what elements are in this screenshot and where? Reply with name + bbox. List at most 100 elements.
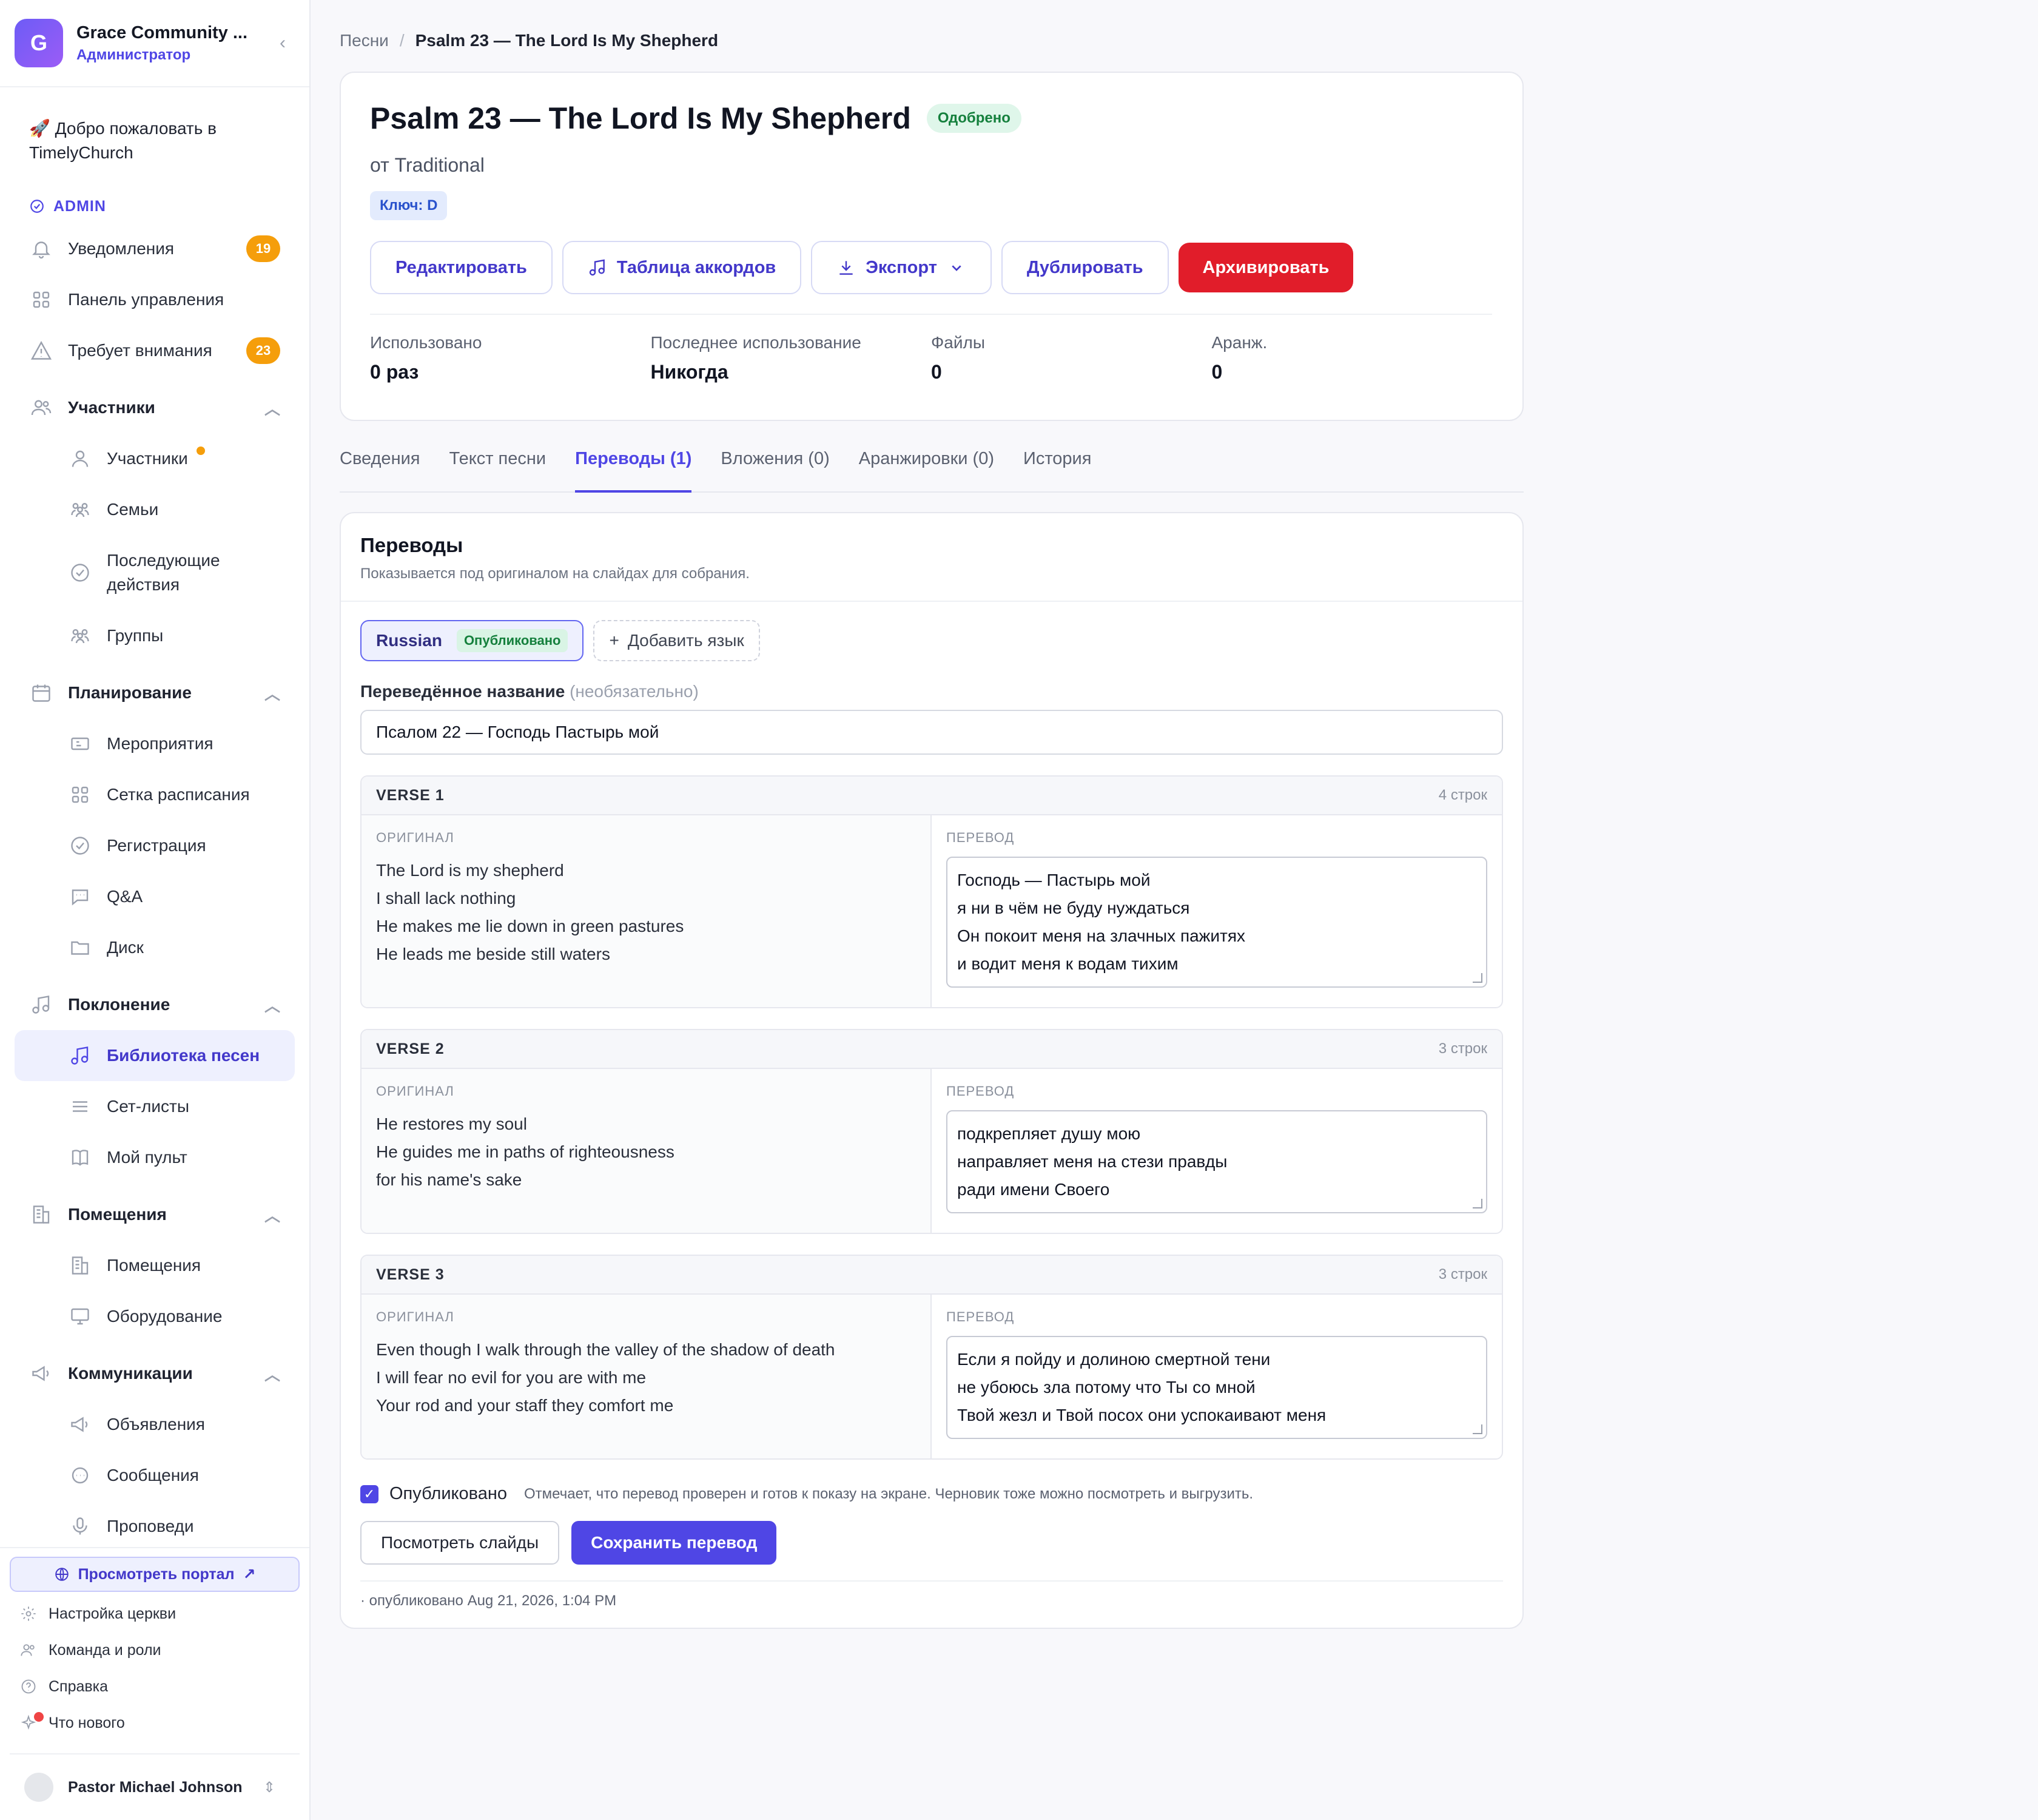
chevron-up-icon: ︿ xyxy=(264,684,280,703)
help-icon xyxy=(19,1677,38,1696)
sidebar-item-followups[interactable]: Последующие действия xyxy=(15,535,295,610)
sidebar-item-groups[interactable]: Группы xyxy=(15,610,295,661)
song-header-card: Psalm 23 — The Lord Is My Shepherd Одобр… xyxy=(340,72,1524,421)
sidebar-item-members[interactable]: Участники xyxy=(15,433,295,484)
sidebar-item-equipment[interactable]: Оборудование xyxy=(15,1291,295,1342)
sidebar-item-song-library[interactable]: Библиотека песен xyxy=(15,1030,295,1081)
section-members[interactable]: Участники ︿ xyxy=(15,382,295,433)
translation-actions: Посмотреть слайды Сохранить перевод xyxy=(360,1521,1503,1582)
welcome-link[interactable]: 🚀 Добро пожаловать в TimelyChurch xyxy=(15,87,295,189)
tab-attachments[interactable]: Вложения (0) xyxy=(721,448,829,493)
duplicate-button[interactable]: Дублировать xyxy=(1001,241,1169,294)
org-switcher[interactable]: G Grace Community ... Администратор ‹ xyxy=(0,0,309,87)
original-lyrics: Even though I walk through the valley of… xyxy=(376,1336,916,1420)
published-checkbox[interactable]: ✓ xyxy=(360,1485,378,1503)
edit-button[interactable]: Редактировать xyxy=(370,241,553,294)
mic-icon xyxy=(68,1514,92,1539)
sidebar-item-events[interactable]: Мероприятия xyxy=(15,718,295,769)
tab-lyrics[interactable]: Текст песни xyxy=(449,448,546,493)
sidebar-item-rooms[interactable]: Помещения xyxy=(15,1240,295,1291)
lyric-line: я ни в чём не буду нуждаться xyxy=(957,898,1190,917)
ticket-icon xyxy=(68,732,92,756)
verse-block: VERSE 1 4 строк ОРИГИНАЛ The Lord is my … xyxy=(360,775,1503,1008)
avatar xyxy=(24,1773,53,1802)
breadcrumb-current: Psalm 23 — The Lord Is My Shepherd xyxy=(415,31,719,50)
translation-label: ПЕРЕВОД xyxy=(946,1309,1015,1324)
admin-label: ADMIN xyxy=(15,189,295,223)
archive-button[interactable]: Архивировать xyxy=(1178,243,1354,292)
sidebar-item-dashboard[interactable]: Панель управления xyxy=(15,274,295,325)
sidebar-item-drive[interactable]: Диск xyxy=(15,922,295,973)
sidebar-nav: 🚀 Добро пожаловать в TimelyChurch ADMIN … xyxy=(0,87,309,1547)
globe-icon xyxy=(55,1568,69,1581)
breadcrumb-songs-link[interactable]: Песни xyxy=(340,31,389,50)
chord-chart-button[interactable]: Таблица аккордов xyxy=(562,241,802,294)
util-church-settings[interactable]: Настройка церкви xyxy=(10,1596,300,1632)
published-badge: Опубликовано xyxy=(456,629,568,652)
translations-subtitle: Показывается под оригиналом на слайдах д… xyxy=(360,565,750,582)
translation-textarea[interactable]: Если я пойду и долиною смертной тени не у… xyxy=(946,1336,1487,1439)
language-tab-russian[interactable]: Russian Опубликовано xyxy=(360,620,584,661)
tab-arrangements[interactable]: Аранжировки (0) xyxy=(859,448,994,493)
sidebar-item-registration[interactable]: Регистрация xyxy=(15,820,295,871)
lyric-line: не убоюсь зла потому что Ты со мной xyxy=(957,1378,1256,1397)
new-indicator-dot xyxy=(197,447,205,455)
translation-textarea[interactable]: Господь — Пастырь мой я ни в чём не буду … xyxy=(946,857,1487,988)
util-whats-new[interactable]: Что нового xyxy=(10,1705,300,1741)
user-menu[interactable]: Pastor Michael Johnson ⇕ xyxy=(10,1753,300,1820)
warning-icon xyxy=(29,339,53,363)
check-circle-icon xyxy=(68,561,92,585)
external-link-icon: ↗ xyxy=(243,1566,256,1583)
sidebar-item-sermons[interactable]: Проповеди xyxy=(15,1501,295,1547)
music-icon xyxy=(68,1043,92,1068)
verse-line-count: 4 строк xyxy=(1438,787,1487,803)
song-author: от Traditional xyxy=(370,154,485,176)
view-slides-button[interactable]: Посмотреть слайды xyxy=(360,1521,560,1565)
music-icon xyxy=(29,993,53,1017)
export-button[interactable]: Экспорт xyxy=(811,241,992,294)
translation-textarea[interactable]: подкрепляет душу мою направляет меня на с… xyxy=(946,1110,1487,1213)
sidebar-item-schedule-grid[interactable]: Сетка расписания xyxy=(15,769,295,820)
save-translation-button[interactable]: Сохранить перевод xyxy=(571,1521,777,1565)
family-icon xyxy=(68,497,92,522)
status-badge: Одобрено xyxy=(926,104,1021,133)
tab-details[interactable]: Сведения xyxy=(340,448,420,493)
section-communications[interactable]: Коммуникации ︿ xyxy=(15,1348,295,1399)
sidebar-item-setlists[interactable]: Сет-листы xyxy=(15,1081,295,1132)
published-hint: Отмечает, что перевод проверен и готов к… xyxy=(524,1485,1254,1502)
collapse-sidebar-icon[interactable]: ‹ xyxy=(271,31,295,55)
user-icon xyxy=(68,447,92,471)
sidebar-item-attention[interactable]: Требует внимания 23 xyxy=(15,325,295,376)
util-team-roles[interactable]: Команда и роли xyxy=(10,1632,300,1668)
translation-label: ПЕРЕВОД xyxy=(946,1084,1015,1099)
publish-row: ✓ Опубликовано Отмечает, что перевод про… xyxy=(360,1484,1503,1504)
verse-name: VERSE 2 xyxy=(376,1040,445,1057)
lyric-line: for his name's sake xyxy=(376,1170,522,1189)
chevron-up-icon: ︿ xyxy=(264,1206,280,1225)
sidebar-item-notifications[interactable]: Уведомления 19 xyxy=(15,223,295,274)
chat-icon xyxy=(68,885,92,909)
chevron-up-icon: ︿ xyxy=(264,1365,280,1384)
published-label[interactable]: Опубликовано xyxy=(389,1484,507,1504)
tab-history[interactable]: История xyxy=(1023,448,1091,493)
sidebar-item-announcements[interactable]: Объявления xyxy=(15,1399,295,1450)
section-planning[interactable]: Планирование ︿ xyxy=(15,667,295,718)
section-worship[interactable]: Поклонение ︿ xyxy=(15,979,295,1030)
sidebar-item-families[interactable]: Семьи xyxy=(15,484,295,535)
lyric-line: и водит меня к водам тихим xyxy=(957,954,1179,973)
section-facilities[interactable]: Помещения ︿ xyxy=(15,1189,295,1240)
tab-translations[interactable]: Переводы (1) xyxy=(575,448,692,493)
sidebar-item-qa[interactable]: Q&A xyxy=(15,871,295,922)
sidebar-item-my-console[interactable]: Мой пульт xyxy=(15,1132,295,1183)
view-portal-button[interactable]: Просмотреть портал ↗ xyxy=(10,1557,300,1592)
org-name: Grace Community ... xyxy=(76,22,248,42)
translated-title-input[interactable] xyxy=(360,710,1503,755)
gear-icon xyxy=(19,1605,38,1623)
sidebar-item-messages[interactable]: Сообщения xyxy=(15,1450,295,1501)
util-help[interactable]: Справка xyxy=(10,1668,300,1705)
add-language-button[interactable]: + Добавить язык xyxy=(593,620,760,661)
stat-arrangements: Аранж. 0 xyxy=(1211,333,1268,383)
lyric-line: подкрепляет душу мою xyxy=(957,1124,1141,1143)
groups-icon xyxy=(68,624,92,648)
song-actions: Редактировать Таблица аккордов Экспорт Д… xyxy=(370,241,1492,315)
